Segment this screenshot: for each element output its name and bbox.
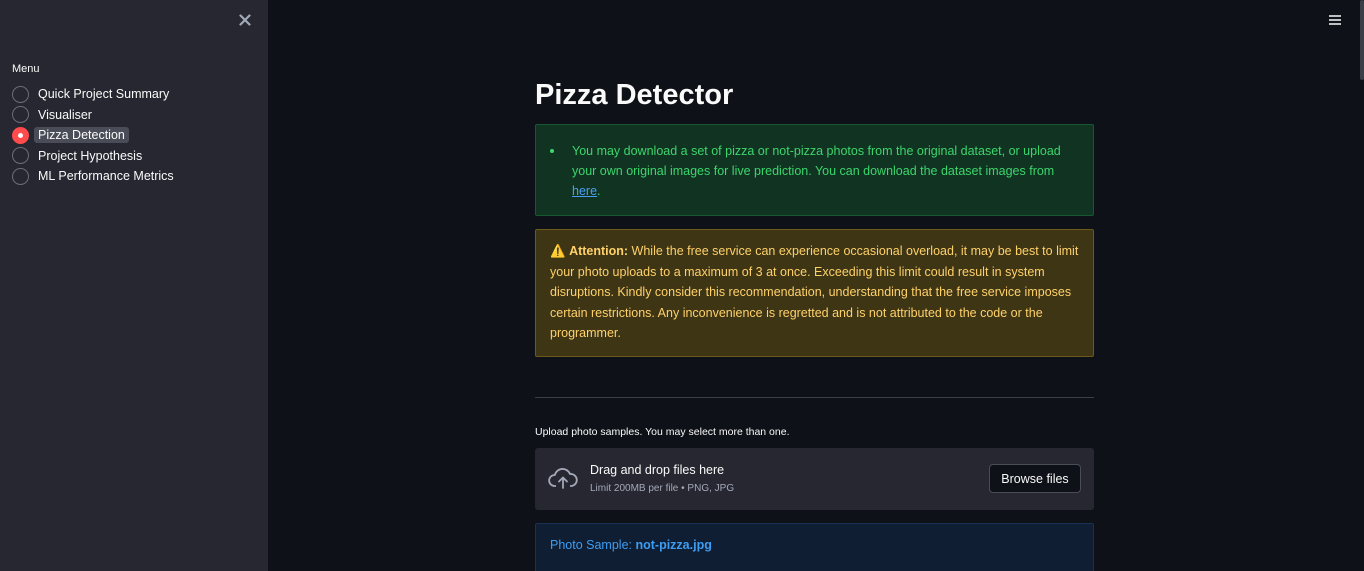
info-text-end: . — [597, 184, 601, 198]
info-text: You may download a set of pizza or not-p… — [572, 144, 1061, 178]
success-alert: You may download a set of pizza or not-p… — [535, 124, 1094, 216]
menu-item-pizza-detection[interactable]: Pizza Detection — [12, 125, 178, 146]
radio-icon[interactable] — [12, 167, 29, 185]
warning-alert: ⚠️ Attention: While the free service can… — [535, 229, 1094, 357]
info-alert: Photo Sample: not-pizza.jpg — [535, 523, 1094, 571]
menu-radio-group: Quick Project Summary Visualiser Pizza D… — [12, 84, 178, 187]
radio-selected-icon[interactable] — [12, 126, 29, 144]
file-dropzone[interactable]: Drag and drop files here Limit 200MB per… — [535, 448, 1094, 510]
dropzone-limit: Limit 200MB per file • PNG, JPG — [590, 483, 735, 494]
radio-icon[interactable] — [12, 106, 29, 124]
menu-item-label: Quick Project Summary — [38, 87, 170, 102]
sample-filename: not-pizza.jpg — [635, 538, 712, 552]
menu-item-label: Visualiser — [38, 107, 92, 122]
menu-item-quick-project-summary[interactable]: Quick Project Summary — [12, 84, 178, 105]
sample-prefix: Photo Sample: — [550, 538, 636, 552]
menu-item-label: Project Hypothesis — [38, 148, 143, 163]
close-icon — [239, 14, 251, 26]
menu-item-label: ML Performance Metrics — [38, 169, 174, 184]
dataset-link[interactable]: here — [572, 184, 597, 198]
bullet-icon — [550, 149, 554, 153]
menu-label: Menu — [12, 63, 40, 75]
menu-item-project-hypothesis[interactable]: Project Hypothesis — [12, 146, 178, 167]
warning-heading: Attention: — [569, 244, 629, 258]
close-sidebar-button[interactable] — [234, 9, 256, 31]
radio-icon[interactable] — [12, 85, 29, 103]
menu-item-visualiser[interactable]: Visualiser — [12, 105, 178, 126]
sidebar: Menu Quick Project Summary Visualiser Pi… — [0, 0, 268, 571]
menu-item-label: Pizza Detection — [34, 127, 129, 144]
cloud-upload-icon — [548, 468, 578, 489]
divider — [535, 397, 1094, 398]
warning-text: While the free service can experience oc… — [550, 244, 1079, 340]
dropzone-title: Drag and drop files here — [590, 463, 725, 477]
main-menu-button[interactable] — [1328, 13, 1342, 27]
warning-icon: ⚠️ — [550, 244, 566, 258]
scrollbar[interactable] — [1360, 0, 1364, 80]
menu-item-ml-performance-metrics[interactable]: ML Performance Metrics — [12, 166, 178, 187]
hamburger-icon — [1329, 15, 1341, 25]
page-title: Pizza Detector — [535, 79, 734, 111]
uploader-label: Upload photo samples. You may select mor… — [535, 426, 790, 438]
browse-files-button[interactable]: Browse files — [989, 464, 1081, 493]
radio-icon[interactable] — [12, 147, 29, 165]
